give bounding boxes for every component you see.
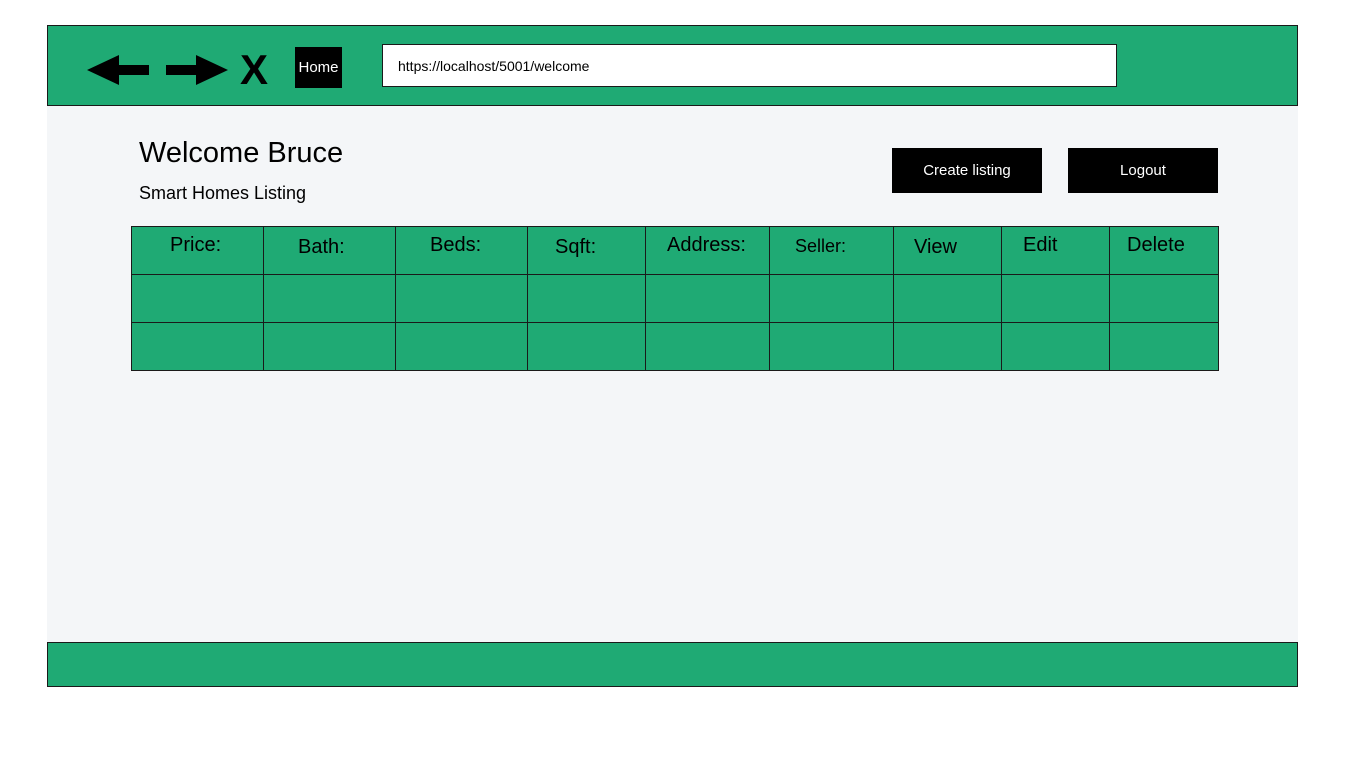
cell-beds bbox=[395, 322, 528, 371]
cell-view[interactable] bbox=[893, 322, 1002, 371]
url-input[interactable] bbox=[382, 44, 1117, 87]
cell-beds bbox=[395, 274, 528, 323]
cell-edit[interactable] bbox=[1001, 274, 1110, 323]
cell-edit[interactable] bbox=[1001, 322, 1110, 371]
page-footer bbox=[47, 642, 1298, 687]
cell-price bbox=[131, 274, 264, 323]
cell-address bbox=[645, 274, 770, 323]
header-seller-label: Seller: bbox=[795, 236, 847, 256]
app-window: X Home Welcome Bruce Smart Homes Listing… bbox=[47, 25, 1298, 687]
header-beds-label: Beds: bbox=[430, 234, 482, 256]
header-delete-label: Delete bbox=[1127, 234, 1185, 256]
header-edit-label: Edit bbox=[1023, 234, 1058, 256]
table-row bbox=[131, 274, 1219, 323]
cell-bath bbox=[263, 274, 396, 323]
create-listing-button[interactable]: Create listing bbox=[892, 148, 1042, 193]
forward-arrow-icon[interactable] bbox=[166, 55, 230, 85]
header-address: Address: bbox=[645, 226, 770, 275]
header-bath-label: Bath: bbox=[298, 236, 345, 258]
cell-seller bbox=[769, 322, 894, 371]
cell-sqft bbox=[527, 322, 646, 371]
cell-price bbox=[131, 322, 264, 371]
header-price: Price: bbox=[131, 226, 264, 275]
main-content: Welcome Bruce Smart Homes Listing Create… bbox=[47, 106, 1298, 642]
cell-delete[interactable] bbox=[1109, 274, 1219, 323]
table-row bbox=[131, 322, 1219, 371]
header-beds: Beds: bbox=[395, 226, 528, 275]
header-address-label: Address: bbox=[667, 234, 746, 256]
header-sqft-label: Sqft: bbox=[555, 236, 597, 258]
header-view-label: View bbox=[914, 236, 957, 258]
cell-sqft bbox=[527, 274, 646, 323]
logout-button[interactable]: Logout bbox=[1068, 148, 1218, 193]
header-sqft: Sqft: bbox=[527, 226, 646, 275]
browser-toolbar: X Home bbox=[47, 25, 1298, 106]
header-seller: Seller: bbox=[769, 226, 894, 275]
cell-bath bbox=[263, 322, 396, 371]
cell-view[interactable] bbox=[893, 274, 1002, 323]
cell-address bbox=[645, 322, 770, 371]
back-arrow-icon[interactable] bbox=[87, 55, 151, 85]
page-subtitle: Smart Homes Listing bbox=[139, 183, 307, 203]
home-button[interactable]: Home bbox=[295, 47, 342, 88]
page-title: Welcome Bruce bbox=[139, 137, 344, 169]
cell-delete[interactable] bbox=[1109, 322, 1219, 371]
listings-table: Price: Bath: Beds: Sqft: Address: Seller… bbox=[131, 226, 1219, 371]
header-bath: Bath: bbox=[263, 226, 396, 275]
header-price-label: Price: bbox=[170, 234, 222, 256]
table-header-row: Price: Bath: Beds: Sqft: Address: Seller… bbox=[131, 226, 1219, 275]
header-edit: Edit bbox=[1001, 226, 1110, 275]
header-view: View bbox=[893, 226, 1002, 275]
close-icon[interactable]: X bbox=[240, 49, 268, 91]
cell-seller bbox=[769, 274, 894, 323]
header-delete: Delete bbox=[1109, 226, 1219, 275]
